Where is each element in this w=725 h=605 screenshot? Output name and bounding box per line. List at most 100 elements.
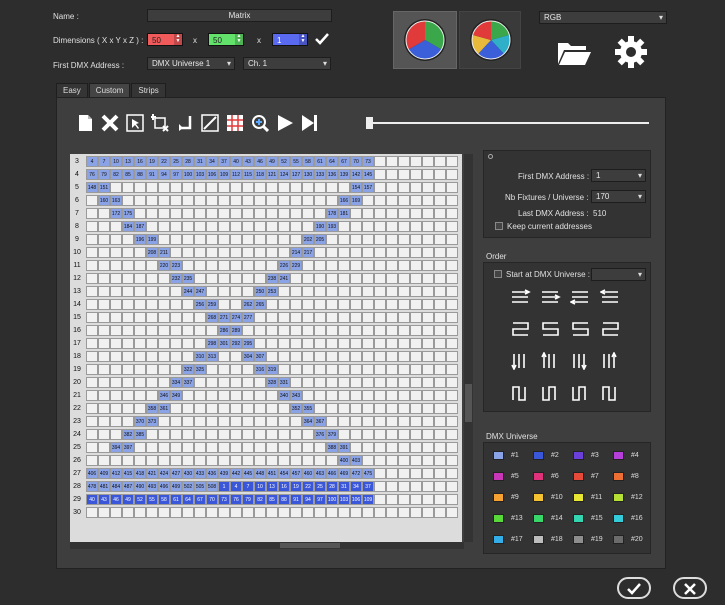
grid-cell[interactable] (182, 507, 194, 518)
grid-cell[interactable] (170, 429, 182, 440)
grid-cell[interactable] (146, 286, 158, 297)
grid-cell[interactable] (374, 494, 386, 505)
grid-cell[interactable]: 82 (110, 169, 122, 180)
grid-cell[interactable] (422, 442, 434, 453)
order-pattern-icon[interactable] (510, 288, 532, 306)
grid-cell[interactable]: 508 (206, 481, 218, 492)
grid-cell[interactable]: 493 (146, 481, 158, 492)
grid-cell[interactable] (170, 338, 182, 349)
grid-cell[interactable]: 127 (290, 169, 302, 180)
grid-cell[interactable] (278, 234, 290, 245)
grid-cell[interactable]: 118 (254, 169, 266, 180)
grid-cell[interactable] (290, 507, 302, 518)
universe-item[interactable]: #4 (613, 451, 639, 460)
grid-cell[interactable] (386, 377, 398, 388)
grid-cell[interactable] (350, 390, 362, 401)
grid-cell[interactable]: 370 (134, 416, 146, 427)
grid-cell[interactable] (290, 234, 302, 245)
grid-cell[interactable] (182, 338, 194, 349)
grid-cell[interactable]: 217 (302, 247, 314, 258)
grid-cell[interactable] (338, 338, 350, 349)
grid-cell[interactable] (374, 338, 386, 349)
grid-cell[interactable] (158, 507, 170, 518)
grid-cell[interactable] (134, 442, 146, 453)
grid-cell[interactable] (374, 273, 386, 284)
grid-cell[interactable] (338, 507, 350, 518)
diagonal-icon[interactable] (201, 114, 219, 132)
grid-cell[interactable]: 448 (254, 468, 266, 479)
grid-cell[interactable]: 346 (158, 390, 170, 401)
grid-cell[interactable] (398, 182, 410, 193)
grid-cell[interactable] (422, 364, 434, 375)
grid-cell[interactable] (146, 299, 158, 310)
grid-cell[interactable] (314, 377, 326, 388)
grid-cell[interactable] (230, 286, 242, 297)
grid-cell[interactable] (410, 351, 422, 362)
grid-cell[interactable] (350, 247, 362, 258)
grid-cell[interactable]: 214 (290, 247, 302, 258)
grid-cell[interactable] (422, 247, 434, 258)
grid-cell[interactable] (410, 468, 422, 479)
grid-cell[interactable] (422, 429, 434, 440)
order-pattern-icon[interactable] (510, 384, 532, 402)
grid-cell[interactable]: 28 (326, 481, 338, 492)
grid-cell[interactable]: 277 (242, 312, 254, 323)
grid-cell[interactable] (446, 468, 458, 479)
grid-cell[interactable]: 169 (350, 195, 362, 206)
grid-cell[interactable] (362, 403, 374, 414)
grid-cell[interactable] (266, 247, 278, 258)
grid-cell[interactable]: 262 (242, 299, 254, 310)
grid-cell[interactable] (110, 429, 122, 440)
grid-cell[interactable] (290, 325, 302, 336)
dim-y-stepper[interactable]: 50 ▲ ▼ (208, 33, 244, 46)
grid-cell[interactable] (314, 299, 326, 310)
grid-cell[interactable] (290, 351, 302, 362)
start-dmx-checkbox[interactable] (494, 270, 502, 278)
grid-cell[interactable] (206, 325, 218, 336)
grid-cell[interactable]: 37 (362, 481, 374, 492)
grid-cell[interactable] (290, 429, 302, 440)
universe-item[interactable]: #12 (613, 493, 643, 502)
grid-cell[interactable] (434, 234, 446, 245)
grid-cell[interactable]: 373 (146, 416, 158, 427)
grid-cell[interactable] (86, 273, 98, 284)
grid-cell[interactable] (206, 364, 218, 375)
grid-cell[interactable] (170, 442, 182, 453)
grid-cell[interactable] (158, 351, 170, 362)
grid-cell[interactable] (146, 312, 158, 323)
grid-cell[interactable] (374, 169, 386, 180)
grid-cell[interactable] (110, 507, 122, 518)
grid-cell[interactable]: 361 (158, 403, 170, 414)
grid-cell[interactable]: 193 (326, 221, 338, 232)
grid-cell[interactable]: 211 (158, 247, 170, 258)
grid-cell[interactable] (314, 182, 326, 193)
grid-cell[interactable] (326, 234, 338, 245)
grid-cell[interactable] (434, 260, 446, 271)
grid-cell[interactable]: 34 (206, 156, 218, 167)
grid-cell[interactable] (98, 286, 110, 297)
grid-cell[interactable]: 355 (302, 403, 314, 414)
universe-item[interactable]: #16 (613, 514, 643, 523)
grid-cell[interactable] (386, 286, 398, 297)
grid-cell[interactable] (374, 221, 386, 232)
grid-cell[interactable] (338, 390, 350, 401)
nb-fixtures-select[interactable]: 170 (591, 190, 646, 203)
grid-cell[interactable]: 460 (302, 468, 314, 479)
grid-cell[interactable] (170, 247, 182, 258)
grid-cell[interactable] (110, 234, 122, 245)
grid-cell[interactable] (194, 247, 206, 258)
grid-cell[interactable] (86, 247, 98, 258)
grid-cell[interactable] (410, 234, 422, 245)
grid-cell[interactable] (446, 247, 458, 258)
grid-cell[interactable] (302, 351, 314, 362)
grid-cell[interactable] (278, 455, 290, 466)
order-pattern-icon[interactable] (510, 320, 532, 338)
grid-cell[interactable] (314, 195, 326, 206)
grid-cell[interactable] (170, 234, 182, 245)
grid-cell[interactable]: 64 (182, 494, 194, 505)
grid-cell[interactable] (266, 312, 278, 323)
grid-cell[interactable] (302, 260, 314, 271)
grid-cell[interactable] (350, 299, 362, 310)
universe-item[interactable]: #7 (573, 472, 599, 481)
grid-cell[interactable] (434, 195, 446, 206)
